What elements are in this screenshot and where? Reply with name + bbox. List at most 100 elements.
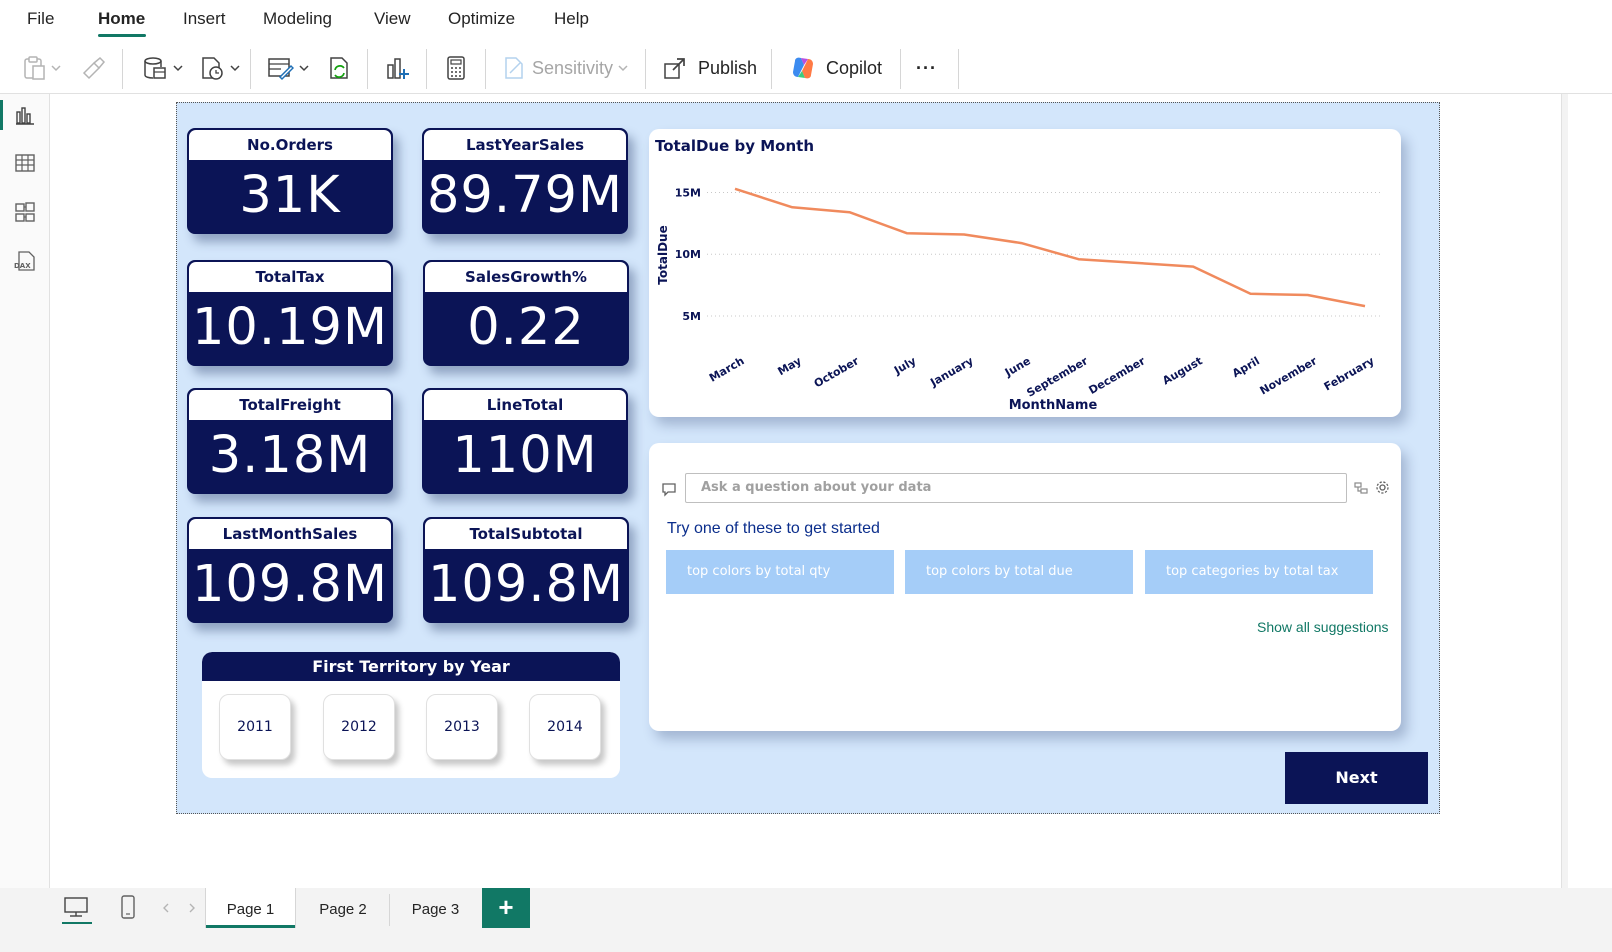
- kpi-card-last-year-sales[interactable]: LastYearSales 89.79M: [422, 128, 628, 234]
- more-options-button[interactable]: ···: [916, 48, 937, 88]
- kpi-value: 31K: [239, 166, 341, 225]
- ribbon-separator: [367, 49, 368, 89]
- menu-optimize[interactable]: Optimize: [448, 9, 515, 29]
- table-grid-icon: [15, 154, 35, 172]
- chevron-down-icon: [51, 65, 61, 72]
- series-line: [734, 187, 1366, 308]
- new-measure-button[interactable]: [443, 48, 469, 88]
- desktop-layout-icon[interactable]: [63, 895, 89, 919]
- bar-chart-icon: [16, 107, 34, 125]
- gear-icon[interactable]: [1375, 480, 1390, 495]
- vertical-scrollbar[interactable]: [1561, 94, 1568, 888]
- paste-button[interactable]: [22, 48, 62, 88]
- menu-home[interactable]: Home: [98, 9, 145, 29]
- kpi-card-total-tax[interactable]: TotalTax 10.19M: [187, 260, 393, 366]
- qa-tree-icon[interactable]: [1354, 481, 1368, 495]
- refresh-document-icon: [330, 57, 348, 79]
- kpi-card-no-orders[interactable]: No.Orders 31K: [187, 128, 393, 234]
- kpi-card-total-subtotal[interactable]: TotalSubtotal 109.8M: [423, 517, 629, 623]
- copilot-label: Copilot: [826, 57, 883, 78]
- publish-button[interactable]: Publish: [662, 48, 757, 88]
- get-data-button[interactable]: [142, 48, 184, 88]
- kpi-card-total-freight[interactable]: TotalFreight 3.18M: [187, 388, 393, 494]
- more-options-icon: ···: [916, 57, 937, 78]
- menu-help[interactable]: Help: [554, 9, 589, 29]
- year-button-2014[interactable]: 2014: [529, 694, 601, 760]
- qa-question-input[interactable]: Ask a question about your data: [685, 473, 1347, 503]
- kpi-title: LastYearSales: [424, 130, 626, 160]
- qa-suggestion-chip[interactable]: top colors by total due: [905, 550, 1133, 594]
- year-button-2013[interactable]: 2013: [426, 694, 498, 760]
- ribbon-separator: [900, 49, 901, 89]
- first-territory-slicer: First Territory by Year 2011 2012 2013 2…: [202, 652, 620, 778]
- ribbon-separator: [958, 49, 959, 89]
- kpi-title: TotalFreight: [189, 390, 391, 420]
- next-button[interactable]: Next: [1285, 752, 1428, 804]
- qa-suggestion-chip[interactable]: top colors by total qty: [666, 550, 894, 594]
- x-tick-label: May: [775, 354, 803, 378]
- kpi-card-last-month-sales[interactable]: LastMonthSales 109.8M: [187, 517, 393, 623]
- y-tick-label: 10M: [675, 248, 701, 261]
- copilot-button[interactable]: Copilot: [790, 48, 882, 88]
- kpi-value: 0.22: [467, 298, 585, 357]
- kpi-title: LineTotal: [424, 390, 626, 420]
- model-diagram-icon: [15, 202, 35, 222]
- svg-text:DAX: DAX: [14, 262, 31, 270]
- show-all-suggestions-link[interactable]: Show all suggestions: [1257, 619, 1389, 635]
- year-button-2011[interactable]: 2011: [219, 694, 291, 760]
- kpi-value: 3.18M: [208, 426, 372, 485]
- model-view-button[interactable]: [11, 198, 39, 226]
- kpi-value: 89.79M: [426, 166, 623, 225]
- ribbon-separator: [122, 49, 123, 89]
- qa-visual-card: Ask a question about your data Try one o…: [649, 443, 1401, 731]
- x-tick-label: August: [1160, 354, 1204, 387]
- add-page-button[interactable]: +: [482, 888, 530, 928]
- menu-modeling[interactable]: Modeling: [263, 9, 332, 29]
- format-painter-button[interactable]: [80, 48, 106, 88]
- kpi-value: 10.19M: [191, 298, 388, 357]
- x-tick-label: October: [812, 354, 862, 390]
- x-tick-label: April: [1230, 354, 1262, 380]
- page-tab-2[interactable]: Page 2: [297, 888, 389, 928]
- new-visual-button[interactable]: [384, 48, 410, 88]
- database-table-icon: [144, 57, 166, 79]
- clipboard-icon: [24, 56, 45, 80]
- table-view-button[interactable]: [11, 149, 39, 177]
- page-tab-1[interactable]: Page 1: [205, 888, 296, 928]
- transform-data-button[interactable]: [266, 48, 310, 88]
- ribbon-separator: [426, 49, 427, 89]
- kpi-title: SalesGrowth%: [425, 262, 627, 292]
- menu-insert[interactable]: Insert: [183, 9, 226, 29]
- sensitivity-button[interactable]: Sensitivity: [502, 48, 629, 88]
- kpi-title: TotalSubtotal: [425, 519, 627, 549]
- x-tick-label: January: [927, 354, 975, 389]
- kpi-card-sales-growth[interactable]: SalesGrowth% 0.22: [423, 260, 629, 366]
- active-view-indicator: [0, 100, 3, 130]
- x-tick-label: September: [1025, 354, 1091, 400]
- x-tick-label: February: [1322, 354, 1377, 393]
- x-tick-label: June: [1002, 354, 1033, 379]
- line-chart-card[interactable]: TotalDue by Month 5M 10M 15M March May Octob…: [649, 129, 1401, 417]
- mobile-layout-icon[interactable]: [120, 894, 136, 920]
- slicer-title: First Territory by Year: [202, 652, 620, 681]
- page-tab-3[interactable]: Page 3: [390, 888, 481, 928]
- chevron-left-icon[interactable]: [161, 902, 171, 914]
- line-chart: 5M 10M 15M March May October July January JuneS…: [656, 186, 1381, 413]
- active-menu-indicator: [98, 34, 146, 37]
- sensitivity-label: Sensitivity: [532, 57, 614, 78]
- qa-suggestion-chip[interactable]: top categories by total tax: [1145, 550, 1373, 594]
- dax-query-view-button[interactable]: DAX: [11, 247, 39, 275]
- recent-sources-button[interactable]: [199, 48, 241, 88]
- menu-file[interactable]: File: [27, 9, 54, 29]
- menu-bar: File Home Insert Modeling View Optimize …: [0, 0, 1612, 40]
- chevron-right-icon[interactable]: [187, 902, 197, 914]
- qa-prompt-text: Try one of these to get started: [667, 520, 880, 537]
- menu-view[interactable]: View: [374, 9, 411, 29]
- chevron-down-icon: [618, 65, 628, 72]
- x-tick-label: July: [891, 354, 918, 377]
- refresh-button[interactable]: [327, 48, 353, 88]
- year-button-2012[interactable]: 2012: [323, 694, 395, 760]
- report-view-button[interactable]: [11, 101, 39, 129]
- x-tick-label: March: [707, 354, 747, 384]
- kpi-card-line-total[interactable]: LineTotal 110M: [422, 388, 628, 494]
